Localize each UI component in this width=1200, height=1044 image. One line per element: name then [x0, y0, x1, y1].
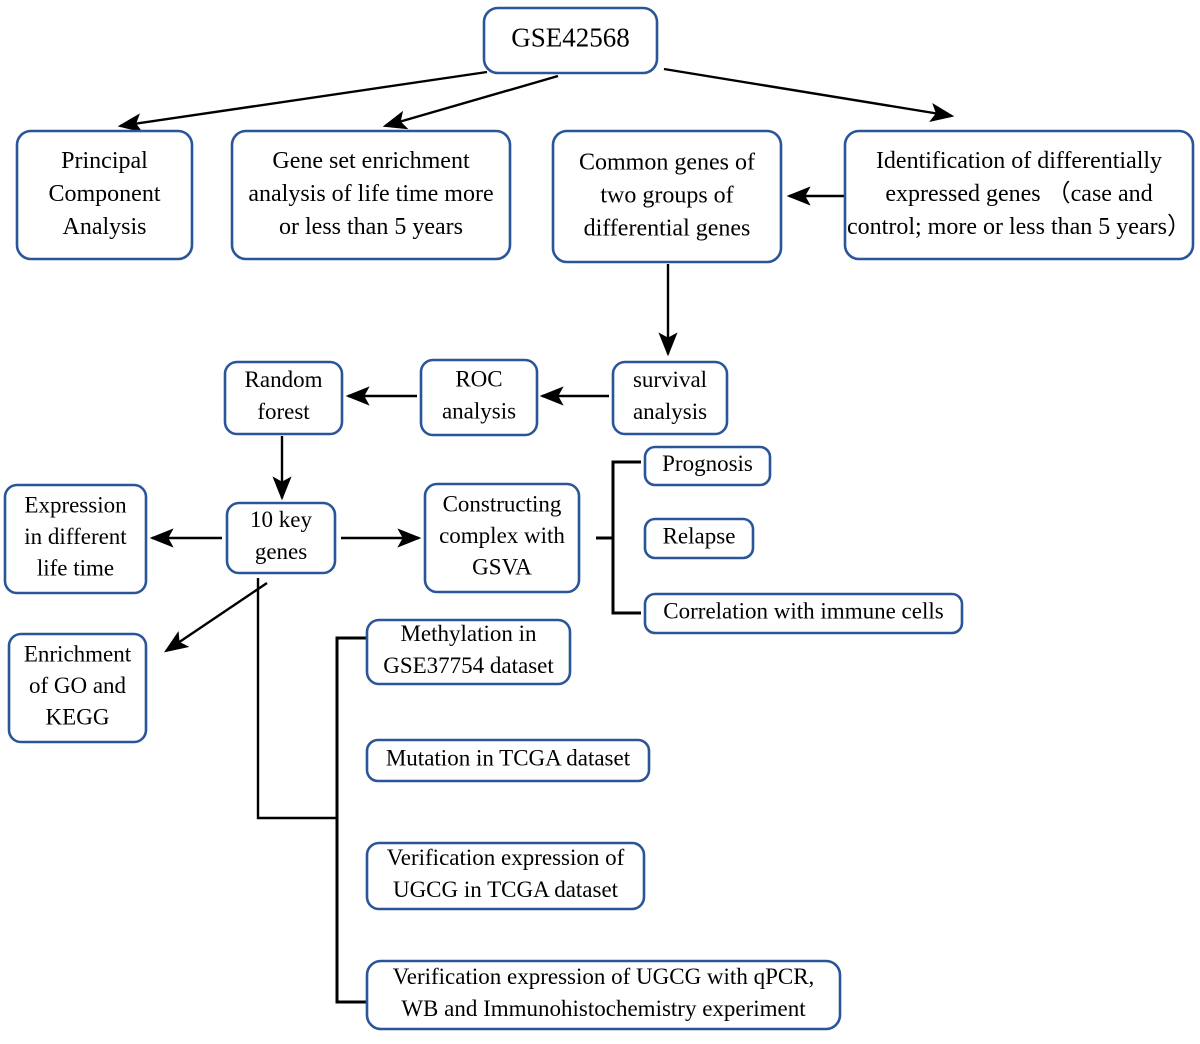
node-roc[interactable]: ROC analysis: [419, 358, 539, 437]
gse-to-pca: [117, 70, 488, 133]
node-line: of GO and: [29, 673, 127, 698]
node-line: KEGG: [46, 705, 110, 730]
node-label-prognosis: Prognosis: [662, 451, 753, 476]
node-line: in different: [24, 524, 127, 549]
node-label-common-genes: Common genes of two groups of differential…: [579, 149, 755, 241]
node-line: Constructing: [443, 492, 562, 517]
node-line: or less than 5 years: [279, 214, 463, 240]
node-line: Mutation in TCGA dataset: [386, 746, 631, 771]
node-line: Identification of differentially: [876, 147, 1162, 173]
node-line: analysis: [442, 399, 516, 424]
node-line: ROC: [455, 367, 502, 392]
node-random-forest[interactable]: Random forest: [223, 360, 344, 436]
node-ten-key-genes[interactable]: 10 key genes: [225, 501, 337, 575]
node-line: Prognosis: [662, 451, 753, 476]
node-line: complex with: [439, 523, 565, 548]
node-line: GSE37754 dataset: [383, 653, 554, 678]
node-layer: GSE42568 Principal Component Analysis Gene s…: [3, 6, 1195, 1031]
flowchart-svg: GSE42568 Principal Component Analysis Gene s…: [3, 6, 1195, 1031]
node-line: Component: [49, 181, 161, 207]
node-methylation[interactable]: Methylation in GSE37754 dataset: [365, 618, 572, 686]
node-line: Verification expression of UGCG with qPC…: [393, 964, 815, 989]
node-line: control; more or less than 5 years）: [847, 214, 1191, 240]
node-line: Common genes of: [579, 149, 755, 175]
keygenes-down-rail: [256, 578, 337, 820]
node-label-gse42568: GSE42568: [511, 23, 630, 53]
node-line: 10 key: [250, 507, 312, 532]
node-line: differential genes: [584, 215, 751, 241]
node-line: Correlation with immune cells: [663, 599, 943, 624]
node-gsva[interactable]: Constructing complex with GSVA: [423, 482, 581, 594]
node-line: Verification expression of: [387, 845, 625, 870]
node-gsea[interactable]: Gene set enrichment analysis of life time…: [230, 129, 512, 261]
node-line: Principal: [61, 147, 148, 173]
node-line: WB and Immunohistochemistry experiment: [401, 996, 806, 1021]
node-label-expression-life-time: Expression in different life time: [24, 493, 127, 581]
keygenes-to-enrichment: [164, 582, 268, 653]
node-prognosis[interactable]: Prognosis: [643, 445, 772, 487]
node-deg[interactable]: Identification of differentially expresse…: [843, 129, 1195, 261]
node-expression-life-time[interactable]: Expression in different life time: [3, 483, 148, 595]
node-line: genes: [255, 539, 307, 564]
node-line: GSVA: [472, 555, 532, 580]
node-verification-tcga[interactable]: Verification expression of UGCG in TCGA d…: [365, 841, 646, 911]
node-line: analysis of life time more: [248, 181, 493, 207]
node-line: life time: [37, 556, 114, 581]
node-relapse[interactable]: Relapse: [643, 517, 755, 560]
node-verification-qpcr[interactable]: Verification expression of UGCG with qPC…: [365, 959, 842, 1031]
flowchart-canvas: GSE42568 Principal Component Analysis Gene s…: [0, 0, 1200, 1044]
node-line: GSE42568: [511, 23, 630, 53]
rail-layer: [256, 578, 337, 820]
node-line: expressed genes （case and: [885, 181, 1152, 207]
node-line: Random: [245, 367, 323, 392]
node-mutation[interactable]: Mutation in TCGA dataset: [365, 738, 651, 783]
node-label-immune-correlation: Correlation with immune cells: [663, 599, 943, 624]
node-enrichment-go-kegg[interactable]: Enrichment of GO and KEGG: [7, 632, 148, 744]
node-line: Methylation in: [400, 621, 537, 646]
node-label-mutation: Mutation in TCGA dataset: [386, 746, 631, 771]
node-line: analysis: [633, 399, 707, 424]
node-line: UGCG in TCGA dataset: [393, 877, 619, 902]
node-line: forest: [257, 399, 310, 424]
node-gse42568[interactable]: GSE42568: [482, 6, 659, 75]
gsva-results-bracket: [596, 460, 641, 615]
node-line: Analysis: [63, 214, 147, 240]
node-pca[interactable]: Principal Component Analysis: [15, 129, 194, 261]
node-label-gsea: Gene set enrichment analysis of life time…: [248, 147, 493, 239]
node-line: survival: [633, 367, 707, 392]
node-line: Gene set enrichment: [272, 147, 470, 173]
node-label-deg: Identification of differentially expresse…: [847, 147, 1191, 239]
node-immune-correlation[interactable]: Correlation with immune cells: [643, 592, 964, 635]
node-label-relapse: Relapse: [663, 524, 736, 549]
gse-to-deg: [663, 67, 955, 122]
node-label-pca: Principal Component Analysis: [49, 147, 161, 239]
node-survival[interactable]: survival analysis: [611, 360, 729, 436]
key-genes-validation-bracket: [335, 636, 367, 1004]
node-line: Expression: [24, 493, 127, 518]
node-line: Enrichment: [24, 642, 132, 667]
node-line: Relapse: [663, 524, 736, 549]
node-line: two groups of: [600, 182, 733, 208]
node-common-genes[interactable]: Common genes of two groups of differential…: [551, 129, 783, 264]
